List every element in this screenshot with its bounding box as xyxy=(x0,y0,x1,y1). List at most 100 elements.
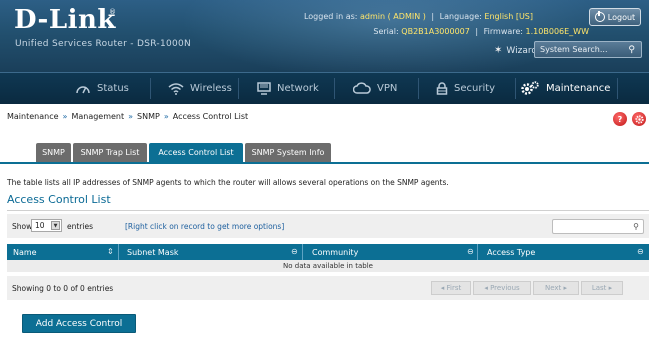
nav-status[interactable]: Status xyxy=(75,73,129,104)
table-footer: Showing 0 to 0 of 0 entries ◂ First ◂ Pr… xyxy=(7,276,649,300)
gear-icon xyxy=(634,114,644,124)
pager-previous-button[interactable]: ◂ Previous xyxy=(473,281,531,295)
showing-entries-text: Showing 0 to 0 of 0 entries xyxy=(12,284,114,293)
nav-security[interactable]: Security xyxy=(436,73,495,104)
tab-bar: SNMP SNMP Trap List Access Control List … xyxy=(0,143,649,162)
breadcrumb-row: Maintenance» Management» SNMP» Access Contr… xyxy=(0,104,649,134)
nav-divider xyxy=(334,78,335,99)
column-header-community[interactable]: Community xyxy=(312,244,358,260)
search-icon: ⚲ xyxy=(633,222,639,231)
nav-label: Maintenance xyxy=(546,83,611,94)
settings-gear-icon[interactable] xyxy=(632,112,646,126)
wifi-icon xyxy=(168,83,184,95)
nav-label: Network xyxy=(277,83,319,94)
add-access-control-button[interactable]: Add Access Control xyxy=(22,314,136,333)
device-info: Serial: QB2B1A3000007 | Firmware: 1.10B0… xyxy=(373,27,589,36)
breadcrumb: Maintenance» Management» SNMP» Access Contr… xyxy=(7,112,248,121)
table-filter-input[interactable]: ⚲ xyxy=(552,219,644,234)
wizard-link[interactable]: ✶ Wizard xyxy=(494,45,537,56)
gears-icon xyxy=(521,81,539,95)
system-search-input[interactable]: System Search... ⚲ xyxy=(534,41,642,58)
pager-label: First xyxy=(446,284,462,292)
nav-wireless[interactable]: Wireless xyxy=(168,73,232,104)
column-header-name[interactable]: Name xyxy=(13,244,37,260)
firmware-label: Firmware: xyxy=(483,27,523,36)
serial-label: Serial: xyxy=(373,27,399,36)
column-divider xyxy=(477,244,478,260)
tab-access-control-list[interactable]: Access Control List xyxy=(149,143,243,162)
tab-snmp-trap-list[interactable]: SNMP Trap List xyxy=(73,143,147,162)
pager-first-button[interactable]: ◂ First xyxy=(431,281,471,295)
nav-divider xyxy=(418,78,419,99)
breadcrumb-item: Access Control List xyxy=(172,112,249,121)
column-header-subnet-mask[interactable]: Subnet Mask xyxy=(127,244,179,260)
breadcrumb-separator: » xyxy=(62,112,68,121)
serial-value: QB2B1A3000007 xyxy=(401,27,470,36)
pager-label: Next xyxy=(544,284,562,292)
sort-icon[interactable]: ⇕ xyxy=(107,247,114,256)
column-divider xyxy=(118,244,119,260)
tab-underline xyxy=(0,162,649,164)
table-toolbar: Show 10 ▼ entries [Right click on record… xyxy=(7,214,649,238)
chevron-down-icon: ▼ xyxy=(51,221,60,230)
nav-divider xyxy=(238,78,239,99)
firmware-value: 1.10B006E_WW xyxy=(525,27,589,36)
help-icon[interactable]: ? xyxy=(613,112,627,126)
empty-table-row: No data available in table xyxy=(7,260,649,272)
entries-select[interactable]: 10 ▼ xyxy=(31,219,62,232)
pager-label: Last xyxy=(591,284,607,292)
power-icon xyxy=(594,11,605,22)
show-label: Show xyxy=(12,222,33,231)
table-header: Name ⇕ Subnet Mask ⊖ Community ⊖ Access … xyxy=(7,244,649,260)
nav-maintenance[interactable]: Maintenance xyxy=(520,73,610,104)
breadcrumb-separator: » xyxy=(163,112,169,121)
header-separator: | xyxy=(475,27,479,36)
nav-label: Status xyxy=(97,83,129,94)
entries-value: 10 xyxy=(35,221,45,230)
section-divider xyxy=(7,210,649,211)
pager-last-button[interactable]: Last ▸ xyxy=(581,281,623,295)
header-separator: | xyxy=(431,12,435,21)
nav-network[interactable]: Network xyxy=(257,73,319,104)
nav-divider xyxy=(617,78,618,99)
breadcrumb-item[interactable]: Management xyxy=(71,112,124,121)
section-title: Access Control List xyxy=(7,193,111,206)
logged-in-user: admin ( ADMIN ) xyxy=(360,12,426,21)
breadcrumb-item[interactable]: SNMP xyxy=(137,112,160,121)
page-description: The table lists all IP addresses of SNMP… xyxy=(7,178,449,187)
breadcrumb-item[interactable]: Maintenance xyxy=(7,112,59,121)
dlink-logo: D-Link xyxy=(14,5,116,35)
sort-icon[interactable]: ⊖ xyxy=(637,247,644,256)
logout-button[interactable]: Logout xyxy=(589,8,641,26)
header-glow xyxy=(180,0,600,72)
wizard-label: Wizard xyxy=(506,45,538,56)
tab-snmp[interactable]: SNMP xyxy=(36,143,71,162)
magic-wand-icon: ✶ xyxy=(494,45,503,56)
nav-divider xyxy=(150,78,151,99)
breadcrumb-separator: » xyxy=(128,112,134,121)
column-header-access-type[interactable]: Access Type xyxy=(487,244,535,260)
entries-label: entries xyxy=(67,222,93,231)
product-name: Unified Services Router - DSR-1000N xyxy=(15,39,192,49)
column-divider xyxy=(302,244,303,260)
last-page-icon: ▸ xyxy=(606,284,613,292)
session-info: Logged in as: admin ( ADMIN ) | Language… xyxy=(304,12,533,21)
pager-next-button[interactable]: Next ▸ xyxy=(533,281,579,295)
sort-icon[interactable]: ⊖ xyxy=(467,247,474,256)
monitor-icon xyxy=(257,82,271,95)
cloud-icon xyxy=(353,82,371,94)
sort-icon[interactable]: ⊖ xyxy=(291,247,298,256)
search-placeholder: System Search... xyxy=(540,45,608,54)
next-page-icon: ▸ xyxy=(561,284,568,292)
language-value[interactable]: English [US] xyxy=(484,12,533,21)
search-icon: ⚲ xyxy=(628,45,635,55)
logged-in-label: Logged in as: xyxy=(303,12,358,21)
app-header: D-Link ® Unified Services Router - DSR-1… xyxy=(0,0,649,72)
lock-icon xyxy=(436,82,448,95)
nav-vpn[interactable]: VPN xyxy=(353,73,397,104)
logout-label: Logout xyxy=(607,12,636,22)
nav-divider xyxy=(515,78,516,99)
tab-snmp-system-info[interactable]: SNMP System Info xyxy=(245,143,331,162)
nav-label: Wireless xyxy=(190,83,232,94)
speedometer-icon xyxy=(76,86,90,94)
